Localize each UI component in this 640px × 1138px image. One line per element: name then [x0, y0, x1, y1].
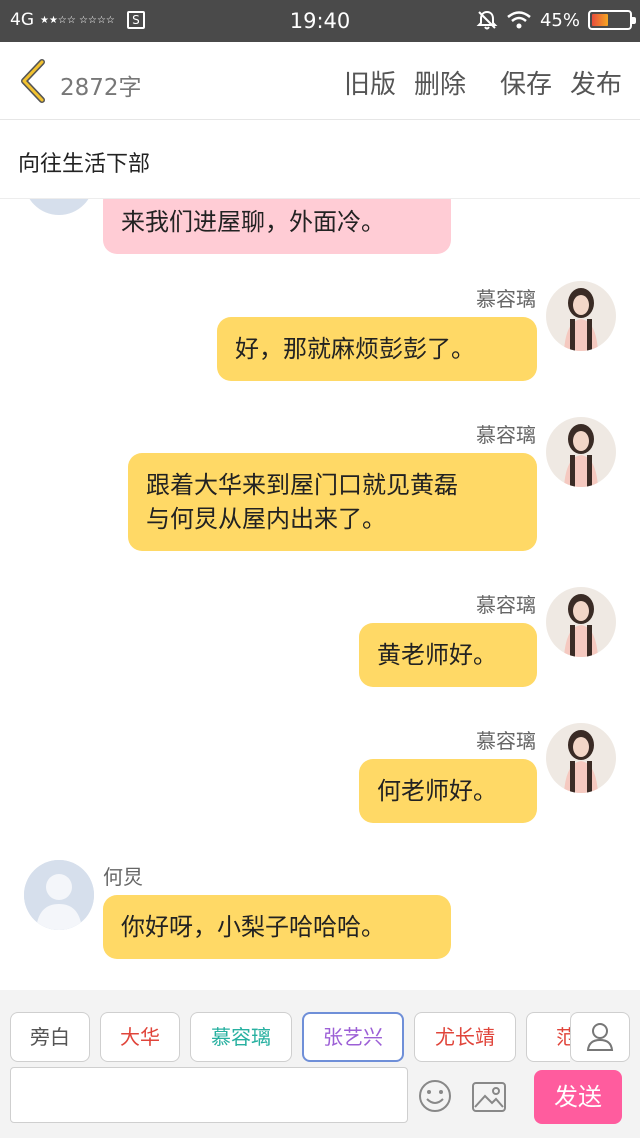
chat-bubble[interactable]: 好，那就麻烦彭彭了。: [217, 317, 537, 381]
chat-area[interactable]: 来我们进屋聊，外面冷。 慕容璃 好，那就麻烦彭彭了。 慕容璃 跟着大华来到屋门口…: [0, 199, 640, 990]
message-input[interactable]: [10, 1067, 408, 1123]
back-arrow-icon[interactable]: [14, 58, 54, 104]
character-chip[interactable]: 尤长靖: [414, 1012, 516, 1062]
image-icon[interactable]: [472, 1082, 506, 1112]
battery-percent: 45%: [539, 9, 580, 31]
character-portrait-icon: [546, 723, 616, 793]
avatar[interactable]: [546, 417, 616, 487]
character-selector: 旁白 大华 慕容璃 张艺兴 尤长靖 范: [10, 1012, 570, 1064]
toolbar-actions: 旧版 删除 保存 发布: [344, 64, 622, 101]
status-bar: 4G ★★☆☆ ☆☆☆☆ S 19:40 45%: [0, 0, 640, 42]
speaker-name: 慕容璃: [476, 729, 536, 753]
speaker-name: 慕容璃: [476, 423, 536, 447]
mute-bell-icon: [476, 10, 498, 30]
chat-bubble[interactable]: 黄老师好。: [359, 623, 537, 687]
character-chip[interactable]: 范: [526, 1012, 570, 1062]
editor-toolbar: 2872字 旧版 删除 保存 发布: [0, 42, 640, 120]
battery-level: [592, 14, 608, 26]
avatar[interactable]: [546, 281, 616, 351]
user-icon: [586, 1023, 614, 1051]
character-portrait-icon: [546, 587, 616, 657]
chat-bubble[interactable]: 你好呀，小梨子哈哈哈。: [103, 895, 451, 959]
chat-message-text: 黄老师好。: [377, 641, 497, 669]
chat-bubble[interactable]: 跟着大华来到屋门口就见黄磊 与何炅从屋内出来了。: [128, 453, 537, 551]
avatar[interactable]: [546, 587, 616, 657]
chat-bubble[interactable]: 来我们进屋聊，外面冷。: [103, 199, 451, 254]
avatar[interactable]: [24, 860, 94, 930]
avatar[interactable]: [546, 723, 616, 793]
chat-message-text: 何老师好。: [377, 777, 497, 805]
character-portrait-icon: [546, 281, 616, 351]
character-chip[interactable]: 大华: [100, 1012, 180, 1062]
wifi-icon: [507, 11, 531, 29]
character-chip[interactable]: 慕容璃: [190, 1012, 292, 1062]
emoji-icon[interactable]: [418, 1079, 452, 1113]
composer-panel: 旁白 大华 慕容璃 张艺兴 尤长靖 范 发送: [0, 990, 640, 1138]
chat-bubble[interactable]: 何老师好。: [359, 759, 537, 823]
chat-message-text: 你好呀，小梨子哈哈哈。: [121, 913, 385, 941]
save-button[interactable]: 保存: [500, 64, 552, 101]
word-count: 2872字: [60, 75, 142, 101]
chat-message-text: 好，那就麻烦彭彭了。: [235, 335, 475, 363]
story-title: 向往生活下部: [18, 152, 151, 177]
status-right: 45%: [476, 9, 636, 31]
battery-icon: [588, 10, 636, 30]
speaker-name: 慕容璃: [476, 287, 536, 311]
character-portrait-icon: [546, 417, 616, 487]
character-chip[interactable]: 旁白: [10, 1012, 90, 1062]
avatar[interactable]: [24, 199, 94, 215]
speaker-name: 何炅: [103, 865, 143, 889]
add-character-button[interactable]: [570, 1012, 630, 1062]
chat-message-text: 来我们进屋聊，外面冷。: [121, 208, 385, 236]
story-title-bar[interactable]: 向往生活下部: [0, 121, 640, 199]
old-version-button[interactable]: 旧版: [344, 64, 396, 101]
chat-message-text-line: 跟着大华来到屋门口就见黄磊: [146, 471, 458, 499]
character-chip-selected[interactable]: 张艺兴: [302, 1012, 404, 1062]
publish-button[interactable]: 发布: [570, 64, 622, 101]
chat-message-text-line: 与何炅从屋内出来了。: [146, 505, 386, 533]
delete-button[interactable]: 删除: [414, 64, 466, 101]
send-button[interactable]: 发送: [534, 1070, 622, 1124]
default-user-icon: [24, 860, 94, 930]
speaker-name: 慕容璃: [476, 593, 536, 617]
